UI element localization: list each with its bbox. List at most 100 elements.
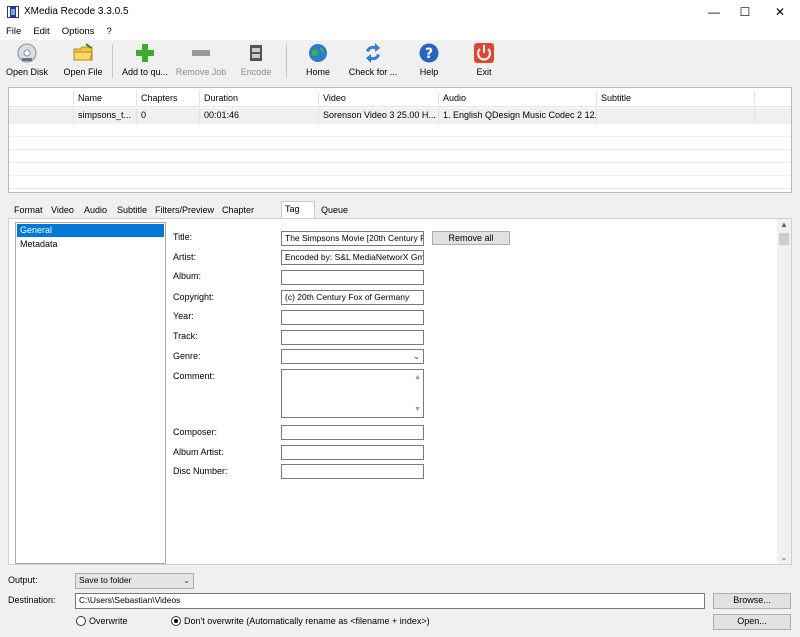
overwrite-radio[interactable]	[76, 616, 86, 626]
window-title: XMedia Recode 3.3.0.5	[24, 6, 129, 17]
tab-filters-preview[interactable]: Filters/Preview	[151, 202, 218, 218]
help-button[interactable]: ? Help	[412, 42, 446, 80]
genre-dropdown[interactable]: ⌄	[281, 349, 424, 364]
toolbar-separator	[286, 44, 287, 78]
svg-text:?: ?	[425, 46, 433, 62]
destination-label: Destination:	[8, 595, 56, 605]
genre-label: Genre:	[173, 351, 201, 361]
column-header-chapters[interactable]: Chapters	[137, 91, 200, 107]
output-value: Save to folder	[79, 575, 132, 585]
menu-help[interactable]: ?	[100, 24, 117, 40]
column-header-select[interactable]	[9, 91, 74, 107]
track-field[interactable]	[281, 330, 424, 345]
column-header-video[interactable]: Video	[319, 91, 439, 107]
disc-number-label: Disc Number:	[173, 466, 228, 476]
scroll-up-arrow-icon[interactable]: ▲	[777, 219, 791, 231]
tab-audio[interactable]: Audio	[80, 202, 111, 218]
encode-button[interactable]: Encode	[236, 42, 276, 80]
comment-field[interactable]: ▲ ▼	[281, 369, 424, 418]
disc-number-field[interactable]	[281, 464, 424, 479]
dont-overwrite-label: Don't overwrite (Automatically rename as…	[184, 616, 430, 626]
open-button[interactable]: Open...	[713, 614, 791, 630]
artist-label: Artist:	[173, 252, 197, 262]
output-label: Output:	[8, 575, 38, 585]
minus-icon	[192, 50, 210, 56]
output-dropdown[interactable]: Save to folder ⌄	[75, 573, 194, 589]
film-reel-icon	[250, 45, 262, 61]
chevron-down-icon: ⌄	[183, 576, 190, 585]
table-cell-subtitle	[597, 108, 755, 124]
overwrite-label: Overwrite	[89, 616, 128, 626]
table-cell-chapters: 0	[137, 108, 200, 124]
add-to-queue-button[interactable]: Add to qu...	[118, 42, 172, 80]
tab-queue[interactable]: Queue	[317, 202, 352, 218]
tree-item-metadata[interactable]: Metadata	[17, 238, 164, 251]
empty-row	[9, 176, 791, 189]
minimize-button[interactable]: —	[697, 0, 731, 24]
open-file-button[interactable]: Open File	[60, 42, 106, 80]
title-bar: XMedia Recode 3.3.0.5 — ☐ ✕	[0, 0, 800, 24]
scroll-down-icon: ▼	[414, 406, 421, 413]
plus-icon	[136, 44, 154, 62]
table-cell-select	[9, 108, 74, 124]
column-header-audio[interactable]: Audio	[439, 91, 597, 107]
toolbar: Open Disk Open File Add to qu... Remove …	[0, 40, 800, 84]
copyright-field[interactable]: (c) 20th Century Fox of Germany	[281, 290, 424, 305]
home-button[interactable]: Home	[298, 42, 338, 80]
composer-label: Composer:	[173, 427, 218, 437]
destination-input[interactable]: C:\Users\Sebastian\Videos	[75, 593, 705, 609]
copyright-label: Copyright:	[173, 292, 215, 302]
maximize-button[interactable]: ☐	[728, 0, 762, 24]
table-cell-name: simpsons_t...	[74, 108, 137, 124]
check-for-updates-button[interactable]: Check for ...	[344, 42, 402, 80]
browse-button[interactable]: Browse...	[713, 593, 791, 609]
year-label: Year:	[173, 311, 194, 321]
year-field[interactable]	[281, 310, 424, 325]
album-label: Album:	[173, 271, 202, 281]
remove-all-button[interactable]: Remove all	[432, 231, 510, 245]
refresh-icon	[366, 43, 380, 63]
scrollbar-thumb[interactable]	[779, 233, 789, 245]
exit-button[interactable]: Exit	[467, 42, 501, 80]
dont-overwrite-radio[interactable]	[171, 616, 181, 626]
tab-format[interactable]: Format	[10, 202, 47, 218]
file-list-header: Name Chapters Duration Video Audio Subti…	[9, 91, 791, 107]
album-artist-field[interactable]	[281, 445, 424, 460]
track-label: Track:	[173, 331, 198, 341]
tree-item-general[interactable]: General	[17, 224, 164, 237]
app-icon	[7, 6, 19, 18]
open-disk-button[interactable]: Open Disk	[4, 42, 50, 80]
album-field[interactable]	[281, 270, 424, 285]
tab-subtitle[interactable]: Subtitle	[113, 202, 151, 218]
help-icon: ?	[419, 43, 439, 63]
power-icon	[474, 43, 494, 63]
scroll-up-icon: ▲	[414, 374, 421, 381]
remove-job-button[interactable]: Remove Job	[174, 42, 228, 80]
title-field[interactable]: The Simpsons Movie [20th Century Fox]	[281, 231, 424, 246]
scroll-down-arrow-icon[interactable]: ⌄	[777, 552, 791, 564]
tab-video[interactable]: Video	[47, 202, 78, 218]
empty-row	[9, 137, 791, 150]
toolbar-separator	[112, 44, 113, 78]
tag-category-tree[interactable]: General Metadata	[15, 222, 166, 564]
tab-tag[interactable]: Tag	[281, 201, 315, 219]
artist-field[interactable]: Encoded by: S&L MediaNetworX GmbH	[281, 250, 424, 265]
panel-scrollbar[interactable]: ▲ ⌄	[777, 219, 791, 564]
column-header-subtitle[interactable]: Subtitle	[597, 91, 755, 107]
composer-field[interactable]	[281, 425, 424, 440]
close-button[interactable]: ✕	[763, 0, 797, 24]
file-list[interactable]: Name Chapters Duration Video Audio Subti…	[8, 87, 792, 193]
table-cell-video: Sorenson Video 3 25.00 H...	[319, 108, 439, 124]
empty-row	[9, 124, 791, 137]
menu-bar: File Edit Options ?	[0, 24, 800, 40]
tab-chapter-editor[interactable]: Chapter Editor	[218, 202, 258, 230]
menu-file[interactable]: File	[0, 24, 27, 40]
chevron-down-icon: ⌄	[413, 352, 420, 361]
column-header-duration[interactable]: Duration	[200, 91, 319, 107]
column-header-name[interactable]: Name	[74, 91, 137, 107]
table-row[interactable]: simpsons_t... 0 00:01:46 Sorenson Video …	[9, 108, 791, 124]
menu-options[interactable]: Options	[56, 24, 101, 40]
comment-label: Comment:	[173, 371, 215, 381]
menu-edit[interactable]: Edit	[27, 24, 55, 40]
album-artist-label: Album Artist:	[173, 447, 224, 457]
